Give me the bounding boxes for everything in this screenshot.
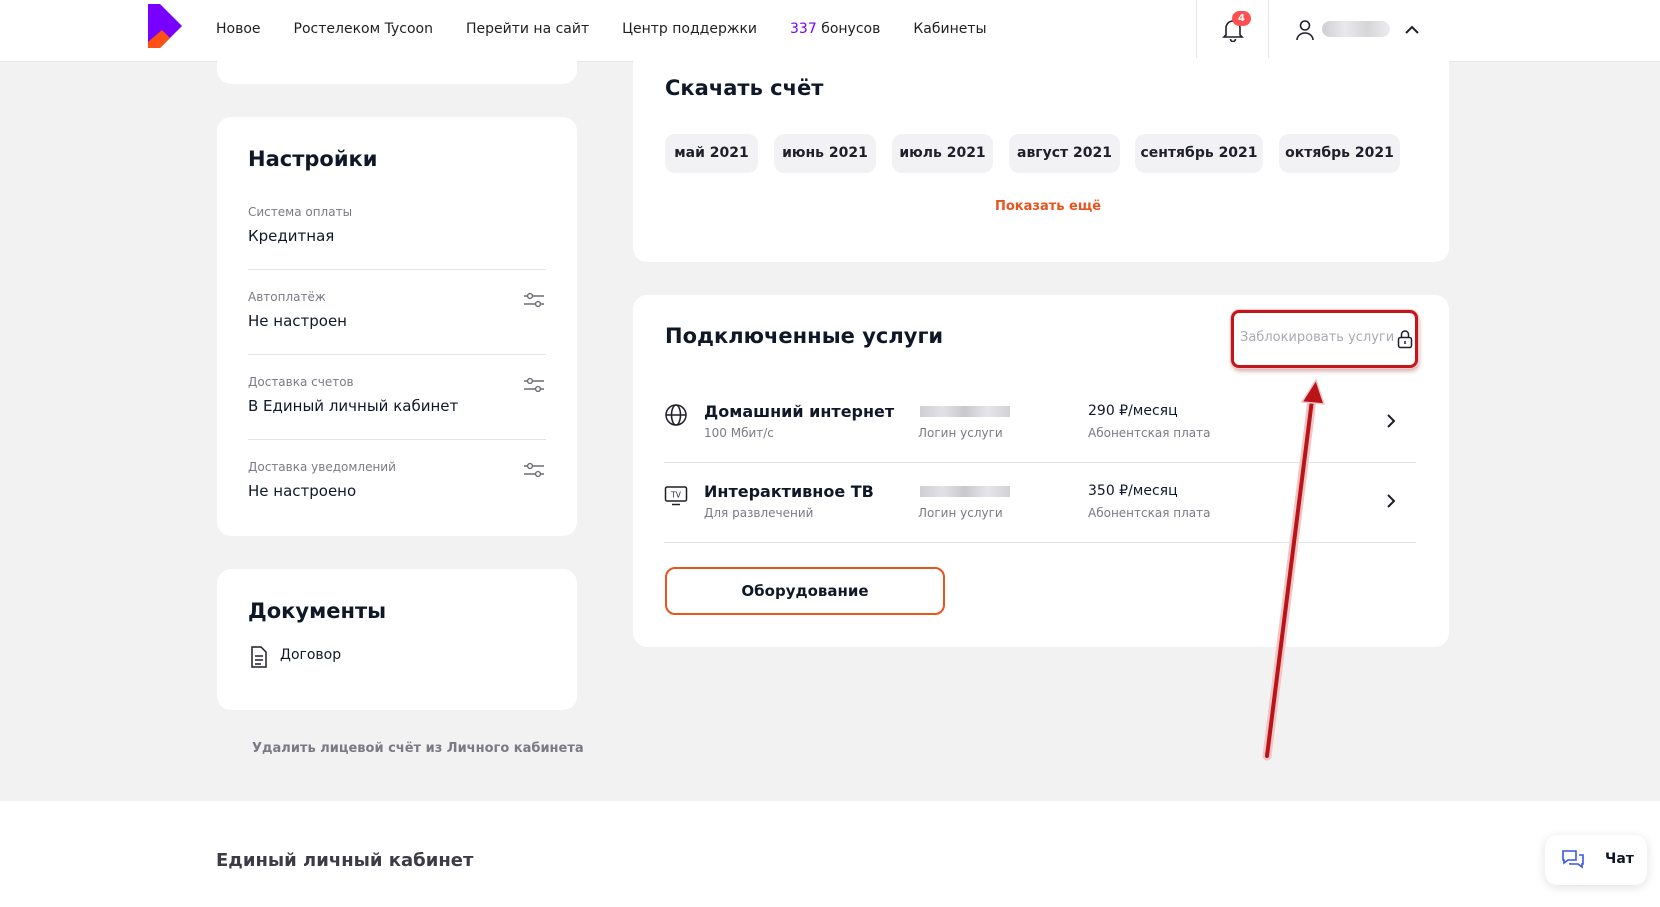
chevron-up-icon[interactable]	[1402, 20, 1422, 40]
services-title: Подключенные услуги	[665, 324, 944, 348]
service-description: 100 Мбит/с	[704, 426, 774, 440]
divider	[248, 439, 546, 440]
service-row-tv[interactable]: TV Интерактивное ТВ Для развлечений Логи…	[664, 462, 1416, 540]
settings-title: Настройки	[248, 147, 378, 171]
nav-go-to-site[interactable]: Перейти на сайт	[466, 21, 589, 37]
invoice-month-button[interactable]: сентябрь 2021	[1135, 134, 1263, 173]
bonus-count: 337	[790, 21, 817, 37]
document-icon	[251, 646, 267, 668]
globe-icon	[665, 404, 687, 426]
nav-tycoon[interactable]: Ростелеком Tycoon	[294, 21, 433, 37]
notification-delivery-label: Доставка уведомлений	[248, 460, 396, 474]
block-services-button[interactable]: Заблокировать услуги	[1231, 310, 1418, 368]
autopay-value: Не настроен	[248, 312, 347, 330]
header-divider	[1268, 0, 1269, 62]
documents-title: Документы	[248, 599, 387, 623]
notification-delivery-value: Не настроено	[248, 482, 357, 500]
previous-card-bottom	[217, 58, 577, 84]
documents-card: Документы Договор	[217, 569, 577, 710]
delete-account-link[interactable]: Удалить лицевой счёт из Личного кабинета	[252, 741, 584, 756]
show-more-link[interactable]: Показать ещё	[995, 199, 1101, 214]
chat-label: Чат	[1605, 851, 1634, 867]
settings-sliders-icon[interactable]	[523, 292, 545, 308]
service-description: Для развлечений	[704, 506, 814, 520]
invoice-delivery-label: Доставка счетов	[248, 375, 354, 389]
notification-badge: 4	[1232, 11, 1251, 26]
invoice-month-button[interactable]: август 2021	[1009, 134, 1120, 173]
service-name: Домашний интернет	[704, 402, 895, 421]
footer: Единый личный кабинет	[0, 801, 1660, 907]
nav-cabinets[interactable]: Кабинеты	[913, 21, 986, 37]
payment-system-value: Кредитная	[248, 227, 335, 245]
user-icon[interactable]	[1295, 19, 1315, 41]
tv-icon: TV	[664, 486, 688, 506]
bonus-label: бонусов	[821, 21, 881, 37]
svg-text:TV: TV	[670, 491, 682, 500]
service-login-blurred	[920, 406, 1010, 417]
service-price-label: Абонентская плата	[1088, 506, 1211, 520]
block-services-label: Заблокировать услуги	[1240, 330, 1395, 345]
divider	[248, 354, 546, 355]
service-row-internet[interactable]: Домашний интернет 100 Мбит/с Логин услуг…	[664, 382, 1416, 460]
service-price: 350 ₽/месяц	[1088, 483, 1178, 499]
header-divider	[1196, 0, 1197, 62]
service-login-label: Логин услуги	[918, 426, 1003, 440]
invoice-delivery-value: В Единый личный кабинет	[248, 397, 459, 415]
user-name-blurred[interactable]	[1322, 21, 1390, 37]
rostelecom-logo[interactable]	[146, 2, 182, 52]
chevron-right-icon	[1387, 494, 1396, 508]
nav-bonuses[interactable]: 337 бонусов	[790, 21, 880, 37]
service-name: Интерактивное ТВ	[704, 482, 874, 501]
nav-support[interactable]: Центр поддержки	[622, 21, 757, 37]
equipment-button[interactable]: Оборудование	[665, 567, 945, 615]
autopay-label: Автоплатёж	[248, 290, 326, 304]
payment-system-label: Система оплаты	[248, 205, 353, 219]
divider	[664, 542, 1416, 543]
main-nav: Новое Ростелеком Tycoon Перейти на сайт …	[216, 0, 1020, 58]
chat-icon	[1562, 850, 1584, 869]
service-price-label: Абонентская плата	[1088, 426, 1211, 440]
service-login-label: Логин услуги	[918, 506, 1003, 520]
top-bar: Новое Ростелеком Tycoon Перейти на сайт …	[0, 0, 1660, 62]
settings-sliders-icon[interactable]	[523, 462, 545, 478]
chat-button[interactable]: Чат	[1545, 835, 1647, 885]
invoice-month-button[interactable]: октябрь 2021	[1279, 134, 1400, 173]
chevron-right-icon	[1387, 414, 1396, 428]
settings-sliders-icon[interactable]	[523, 377, 545, 393]
service-price: 290 ₽/месяц	[1088, 403, 1178, 419]
service-login-blurred	[920, 486, 1010, 497]
lock-icon	[1397, 330, 1413, 349]
contract-link[interactable]: Договор	[280, 647, 341, 663]
invoice-month-button[interactable]: май 2021	[665, 134, 758, 173]
nav-new[interactable]: Новое	[216, 21, 261, 37]
invoice-month-button[interactable]: июль 2021	[892, 134, 993, 173]
invoice-month-button[interactable]: июнь 2021	[774, 134, 876, 173]
footer-title: Единый личный кабинет	[216, 850, 474, 871]
settings-card: Настройки Система оплаты Кредитная Автоп…	[217, 117, 577, 536]
divider	[248, 269, 546, 270]
invoices-title: Скачать счёт	[665, 76, 824, 100]
